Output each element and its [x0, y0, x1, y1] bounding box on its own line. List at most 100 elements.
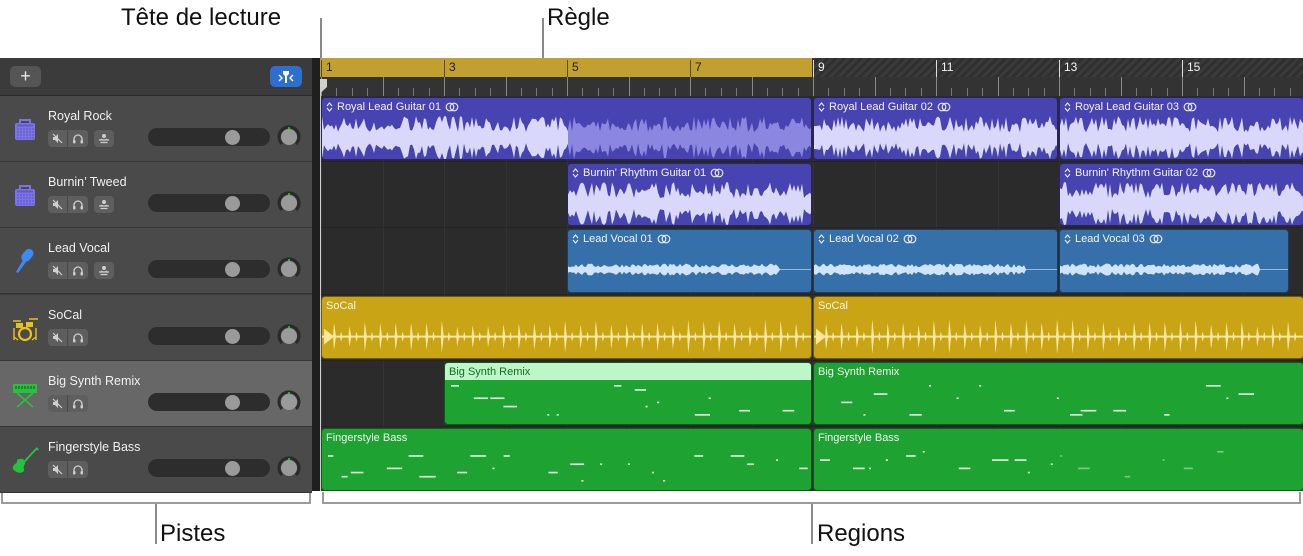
track-header[interactable]: Fingerstyle Bass: [0, 427, 312, 493]
mute-button[interactable]: [48, 196, 68, 214]
region-label: SoCal: [818, 300, 848, 312]
mute-button[interactable]: [48, 262, 68, 280]
volume-slider[interactable]: [148, 392, 270, 411]
mute-button[interactable]: [48, 130, 68, 147]
region[interactable]: Lead Vocal 01: [567, 229, 812, 293]
region[interactable]: Royal Lead Guitar 01: [321, 97, 812, 161]
region[interactable]: SoCal: [321, 295, 812, 359]
mute-button[interactable]: [48, 394, 68, 412]
playhead-icon[interactable]: [320, 78, 328, 94]
ruler-tick: [797, 88, 799, 96]
playhead-callout-line: [320, 18, 322, 58]
mute-button[interactable]: [48, 461, 68, 478]
microphone-icon: [10, 246, 40, 276]
headphones-button[interactable]: [68, 328, 88, 346]
volume-slider[interactable]: [148, 326, 270, 345]
volume-slider-thumb[interactable]: [225, 130, 241, 145]
region-expand-icon: [1064, 102, 1071, 112]
track-header[interactable]: Big Synth Remix: [0, 360, 312, 427]
ruler-tick: [966, 88, 968, 96]
region-label: Big Synth Remix: [818, 366, 899, 378]
midi-notes: [328, 455, 808, 482]
ruler-callout: Règle: [547, 4, 610, 31]
ruler-tick: [705, 88, 707, 96]
mute-icon: [52, 464, 63, 475]
playhead-line[interactable]: [320, 86, 321, 491]
headphones-button[interactable]: [68, 262, 88, 280]
volume-slider-thumb[interactable]: [225, 196, 241, 212]
ruler-tick: [1258, 88, 1260, 96]
tracks-divider[interactable]: [312, 58, 320, 491]
pan-knob[interactable]: [277, 456, 301, 480]
region-expand-icon: [1064, 168, 1071, 179]
region[interactable]: Big Synth Remix: [813, 361, 1303, 425]
region[interactable]: Fingerstyle Bass: [321, 428, 812, 491]
pan-knob[interactable]: [277, 390, 301, 414]
headphones-icon: [73, 134, 83, 144]
volume-slider[interactable]: [148, 260, 270, 279]
volume-slider[interactable]: [148, 194, 270, 213]
ruler-tick: [505, 77, 507, 96]
ruler-tick: [1274, 88, 1276, 96]
region-name: Fingerstyle Bass: [326, 432, 408, 444]
region[interactable]: Fingerstyle Bass: [813, 428, 1303, 491]
pan-knob[interactable]: [277, 257, 301, 281]
track-header[interactable]: Burnin’ Tweed: [0, 162, 312, 229]
region[interactable]: Burnin' Rhythm Guitar 02: [1059, 163, 1303, 227]
ruler-tick: [736, 88, 738, 96]
ruler-tick: [351, 88, 353, 96]
record-enable-button[interactable]: [94, 262, 114, 280]
region-content: [445, 381, 811, 424]
ruler-bar-number: 9: [813, 60, 825, 77]
record-enable-button[interactable]: [94, 130, 114, 147]
headphones-button[interactable]: [68, 196, 88, 214]
pan-knob[interactable]: [277, 125, 301, 149]
mute-button[interactable]: [48, 328, 68, 346]
add-track-button[interactable]: +: [10, 66, 41, 87]
ruler-tick: [1151, 88, 1153, 96]
region[interactable]: Lead Vocal 03: [1059, 229, 1289, 293]
ruler-tick: [905, 88, 907, 96]
track-header[interactable]: Lead Vocal: [0, 228, 312, 295]
headphones-icon: [73, 332, 83, 343]
region[interactable]: Lead Vocal 02: [813, 229, 1058, 293]
volume-slider-thumb[interactable]: [225, 394, 241, 410]
catch-playhead-button[interactable]: [270, 66, 302, 87]
volume-slider-thumb[interactable]: [225, 328, 241, 344]
mute-icon: [52, 398, 63, 409]
track-header[interactable]: Royal Rock: [0, 96, 312, 162]
track-header[interactable]: SoCal: [0, 294, 312, 361]
track-name: Burnin’ Tweed: [48, 175, 127, 190]
region-label: Royal Lead Guitar 01: [326, 101, 459, 113]
garageband-window: + Royal Rock Burnin’ Tweed Lead Vocal SoCal…: [0, 58, 1303, 493]
ruler-tick: [628, 77, 630, 96]
ruler-tick: [382, 77, 384, 96]
headphones-button[interactable]: [68, 394, 88, 412]
volume-slider-thumb[interactable]: [225, 461, 241, 476]
volume-slider[interactable]: [148, 459, 270, 477]
ruler-tick: [1120, 77, 1122, 96]
ruler-tick: [874, 77, 876, 96]
record-enable-button[interactable]: [94, 196, 114, 214]
region[interactable]: SoCal: [813, 295, 1303, 359]
headphones-button[interactable]: [68, 130, 88, 147]
keyboard-icon: [10, 379, 40, 409]
ruler-tick: [567, 77, 568, 96]
region[interactable]: Burnin' Rhythm Guitar 01: [567, 163, 812, 227]
ruler[interactable]: 1 3 5 7 9 11 13 15: [320, 58, 1303, 96]
track-name: Fingerstyle Bass: [48, 440, 141, 454]
region[interactable]: Royal Lead Guitar 02: [813, 97, 1058, 161]
headphones-button[interactable]: [68, 461, 88, 478]
ruler-bar-number: 15: [1182, 60, 1200, 77]
tracks-callout: Pistes: [160, 520, 226, 547]
region-content: [814, 116, 1057, 160]
pan-knob[interactable]: [277, 323, 301, 348]
volume-slider[interactable]: [148, 128, 270, 146]
ruler-tick: [613, 88, 615, 96]
region[interactable]: Big Synth Remix: [444, 361, 812, 425]
cycle-region[interactable]: [320, 58, 812, 77]
region[interactable]: Royal Lead Guitar 03: [1059, 97, 1303, 161]
volume-slider-thumb[interactable]: [225, 262, 241, 278]
ruler-tick: [413, 88, 415, 96]
pan-knob[interactable]: [277, 191, 301, 215]
